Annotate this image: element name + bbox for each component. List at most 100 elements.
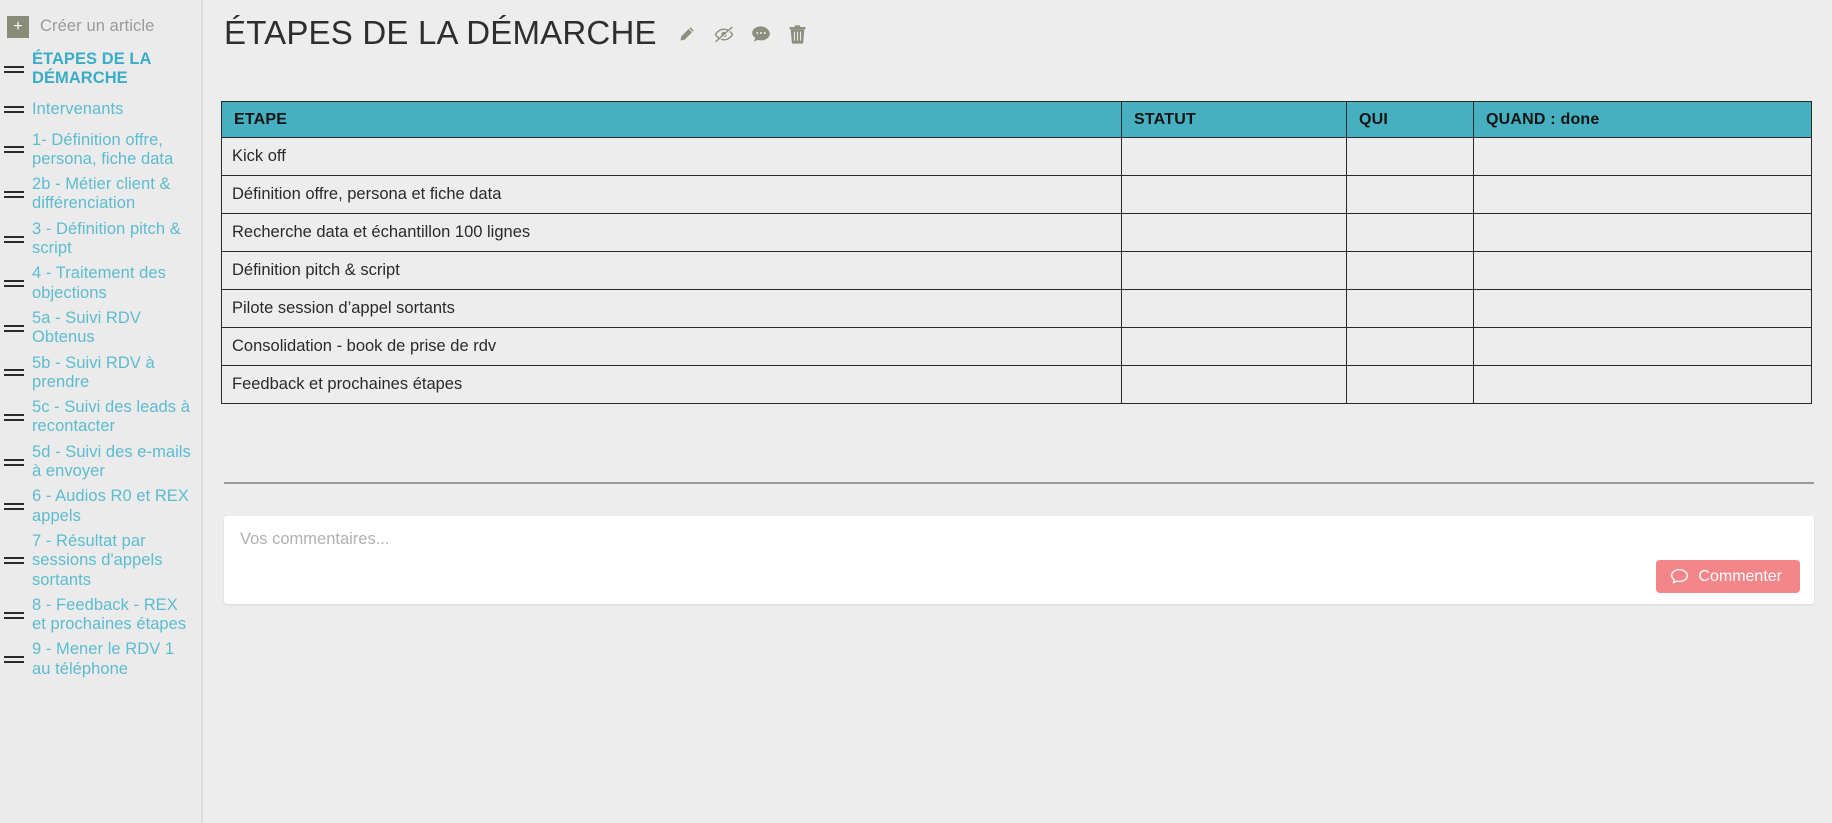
sidebar-item-2b-metier-client[interactable]: 2b - Métier client & différenciation [0, 175, 201, 214]
cell-etape[interactable]: Définition offre, persona et fiche data [221, 175, 1122, 214]
create-article-button[interactable]: + Créer un article [0, 0, 201, 38]
submit-comment-button[interactable]: Commenter [1656, 560, 1800, 593]
page-header: ÉTAPES DE LA DÉMARCHE [221, 0, 1814, 56]
sidebar-item-label: 5c - Suivi des leads à recontacter [32, 398, 190, 436]
sidebar-item-6-audios-r0-rex[interactable]: 6 - Audios R0 et REX appels [0, 487, 201, 526]
drag-handle-icon[interactable] [4, 322, 26, 334]
cell-qui[interactable] [1346, 175, 1474, 214]
drag-handle-icon[interactable] [4, 188, 26, 200]
cell-quand[interactable] [1473, 175, 1812, 214]
sidebar-item-5c-suivi-leads-recontacter[interactable]: 5c - Suivi des leads à recontacter [0, 398, 201, 437]
create-article-label: Créer un article [40, 17, 155, 35]
column-header-qui[interactable]: QUI [1346, 101, 1474, 138]
comment-bubble-icon[interactable] [751, 24, 771, 44]
sidebar-item-intervenants[interactable]: Intervenants [0, 95, 201, 125]
sidebar-item-label: 5b - Suivi RDV à prendre [32, 353, 155, 391]
sidebar-item-label: 3 - Définition pitch & script [32, 219, 181, 258]
drag-handle-icon[interactable] [4, 609, 26, 621]
sidebar-item-etapes-de-la-demarche[interactable]: ÉTAPES DE LA DÉMARCHE [0, 50, 201, 89]
sidebar-item-label: 5d - Suivi des e-mails à envoyer [32, 442, 191, 481]
drag-handle-icon[interactable] [4, 144, 26, 156]
cell-etape[interactable]: Consolidation - book de prise de rdv [221, 327, 1122, 366]
trash-icon[interactable] [788, 24, 808, 44]
sidebar-item-7-resultat-sessions-appels[interactable]: 7 - Résultat par sessions d'appels sorta… [0, 532, 201, 590]
drag-handle-icon[interactable] [4, 654, 26, 666]
table-header-row: ETAPE STATUT QUI QUAND : done [221, 101, 1812, 138]
cell-quand[interactable] [1473, 251, 1812, 290]
sidebar-item-5b-suivi-rdv-a-prendre[interactable]: 5b - Suivi RDV à prendre [0, 354, 201, 393]
cell-quand[interactable] [1473, 327, 1812, 366]
comment-input-placeholder[interactable]: Vos commentaires... [240, 530, 1798, 550]
cell-statut[interactable] [1121, 251, 1347, 290]
drag-handle-icon[interactable] [4, 367, 26, 379]
cell-statut[interactable] [1121, 175, 1347, 214]
column-header-etape[interactable]: ETAPE [221, 101, 1122, 138]
sidebar-item-label: 2b - Métier client & différenciation [32, 175, 171, 213]
cell-etape[interactable]: Définition pitch & script [221, 251, 1122, 290]
cell-etape[interactable]: Pilote session d’appel sortants [221, 289, 1122, 328]
cell-statut[interactable] [1121, 213, 1347, 252]
cell-quand[interactable] [1473, 213, 1812, 252]
column-header-statut[interactable]: STATUT [1121, 101, 1347, 138]
sidebar-item-label: 8 - Feedback - REX et prochaines étapes [32, 595, 187, 634]
table-row[interactable]: Recherche data et échantillon 100 lignes [221, 213, 1812, 252]
sidebar-item-5d-suivi-emails-envoyer[interactable]: 5d - Suivi des e-mails à envoyer [0, 443, 201, 482]
cell-qui[interactable] [1346, 251, 1474, 290]
cell-statut[interactable] [1121, 327, 1347, 366]
drag-handle-icon[interactable] [4, 233, 26, 245]
table-row[interactable]: Définition pitch & script [221, 251, 1812, 290]
main-content: ÉTAPES DE LA DÉMARCHE ETAPE STATUT QUI Q… [203, 0, 1832, 823]
drag-handle-icon[interactable] [4, 278, 26, 290]
sidebar-item-4-traitement-objections[interactable]: 4 - Traitement des objections [0, 264, 201, 303]
sidebar-item-8-feedback-rex[interactable]: 8 - Feedback - REX et prochaines étapes [0, 596, 201, 635]
cell-etape[interactable]: Feedback et prochaines étapes [221, 365, 1122, 404]
drag-handle-icon[interactable] [4, 63, 26, 75]
eye-slash-icon[interactable] [714, 24, 734, 44]
column-header-quand[interactable]: QUAND : done [1473, 101, 1812, 138]
page-header-actions [677, 24, 808, 44]
drag-handle-icon[interactable] [4, 411, 26, 423]
cell-statut[interactable] [1121, 365, 1347, 404]
app-root: + Créer un article ÉTAPES DE LA DÉMARCHE… [0, 0, 1832, 823]
cell-etape[interactable]: Kick off [221, 137, 1122, 176]
cell-quand[interactable] [1473, 289, 1812, 328]
submit-comment-label: Commenter [1698, 567, 1782, 585]
sidebar-nav: ÉTAPES DE LA DÉMARCHE Intervenants 1- Dé… [0, 50, 201, 679]
cell-statut[interactable] [1121, 137, 1347, 176]
comment-bubble-icon [1671, 568, 1689, 584]
sidebar-item-label: 4 - Traitement des objections [32, 264, 166, 302]
table-row[interactable]: Kick off [221, 137, 1812, 176]
drag-handle-icon[interactable] [4, 501, 26, 513]
steps-table-body: Kick off Définition offre, persona et fi… [221, 137, 1812, 404]
drag-handle-icon[interactable] [4, 555, 26, 567]
drag-handle-icon[interactable] [4, 104, 26, 116]
cell-qui[interactable] [1346, 213, 1474, 252]
cell-quand[interactable] [1473, 365, 1812, 404]
sidebar-item-3-definition-pitch[interactable]: 3 - Définition pitch & script [0, 220, 201, 259]
sidebar-item-label: 1- Définition offre, persona, fiche data [32, 130, 174, 168]
sidebar-item-9-mener-rdv-telephone[interactable]: 9 - Mener le RDV 1 au téléphone [0, 640, 201, 679]
table-row[interactable]: Feedback et prochaines étapes [221, 365, 1812, 404]
sidebar-item-5a-suivi-rdv-obtenus[interactable]: 5a - Suivi RDV Obtenus [0, 309, 201, 348]
cell-quand[interactable] [1473, 137, 1812, 176]
plus-icon: + [7, 15, 29, 38]
table-row[interactable]: Pilote session d’appel sortants [221, 289, 1812, 328]
cell-qui[interactable] [1346, 365, 1474, 404]
page-title: ÉTAPES DE LA DÉMARCHE [224, 13, 657, 51]
cell-qui[interactable] [1346, 137, 1474, 176]
edit-pencil-icon[interactable] [677, 24, 697, 44]
cell-qui[interactable] [1346, 327, 1474, 366]
table-row[interactable]: Consolidation - book de prise de rdv [221, 327, 1812, 366]
sidebar-item-label: 6 - Audios R0 et REX appels [32, 487, 189, 525]
drag-handle-icon[interactable] [4, 456, 26, 468]
cell-statut[interactable] [1121, 289, 1347, 328]
sidebar-item-1-definition-offre[interactable]: 1- Définition offre, persona, fiche data [0, 131, 201, 170]
sidebar-item-label: 9 - Mener le RDV 1 au téléphone [32, 640, 175, 678]
sidebar: + Créer un article ÉTAPES DE LA DÉMARCHE… [0, 0, 203, 823]
sidebar-item-label: 5a - Suivi RDV Obtenus [32, 308, 141, 347]
cell-qui[interactable] [1346, 289, 1474, 328]
cell-etape[interactable]: Recherche data et échantillon 100 lignes [221, 213, 1122, 252]
table-row[interactable]: Définition offre, persona et fiche data [221, 175, 1812, 214]
steps-table-container: ETAPE STATUT QUI QUAND : done Kick off D… [221, 101, 1814, 404]
comment-composer[interactable]: Vos commentaires... Commenter [224, 516, 1814, 604]
